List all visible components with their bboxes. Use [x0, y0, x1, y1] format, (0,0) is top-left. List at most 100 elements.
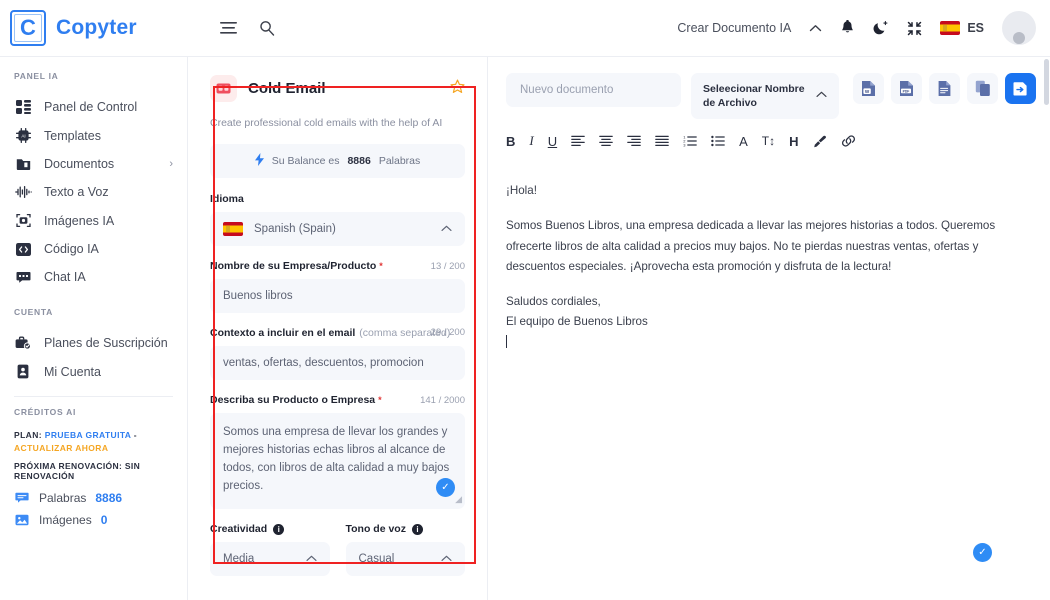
creativity-select[interactable]: Media — [210, 542, 330, 577]
align-left-button[interactable] — [571, 135, 585, 147]
language-selector[interactable]: ES — [940, 21, 984, 35]
sidebar-item-label: Imágenes IA — [44, 213, 115, 228]
creativity-select-value: Media — [223, 553, 255, 566]
bold-button[interactable]: B — [506, 134, 515, 149]
balance-suffix: Palabras — [378, 155, 421, 168]
briefcase-check-icon — [14, 336, 32, 350]
describe-char-count: 141 / 2000 — [420, 395, 465, 407]
save-document-button[interactable] — [1005, 73, 1036, 104]
export-pdf-button[interactable]: PDF — [891, 73, 922, 104]
sidebar-section-panel: PANEL IA — [14, 71, 59, 81]
sidebar-item-mi-cuenta[interactable]: Mi Cuenta — [0, 357, 187, 386]
image-icon — [14, 514, 30, 526]
create-document-label[interactable]: Crear Documento IA — [677, 21, 791, 35]
export-text-button[interactable] — [929, 73, 960, 104]
document-closing: Saludos cordiales, — [506, 295, 601, 309]
chevron-up-icon — [305, 554, 317, 565]
svg-text:AI: AI — [21, 133, 25, 138]
app-root: C Copyter Crear Documento IA ES PANEL IA… — [0, 0, 1050, 600]
brand[interactable]: C Copyter — [10, 10, 190, 46]
export-word-button[interactable]: W — [853, 73, 884, 104]
star-outline-icon[interactable] — [450, 79, 465, 98]
context-input[interactable]: ventas, ofertas, descuentos, promocion — [210, 346, 465, 381]
font-size-button[interactable]: T↕ — [762, 134, 775, 148]
chevron-up-icon[interactable] — [809, 24, 822, 33]
language-select[interactable]: Spanish (Spain) — [210, 212, 465, 247]
plan-line: PLAN: PRUEBA GRATUITA - ACTUALIZAR AHORA — [14, 429, 173, 455]
file-name-select[interactable]: Seleecionar Nombre de Archivo — [691, 73, 839, 119]
info-icon[interactable]: i — [411, 524, 423, 536]
tone-select[interactable]: Casual — [345, 542, 465, 577]
credits-block: PLAN: PRUEBA GRATUITA - ACTUALIZAR AHORA… — [0, 429, 187, 527]
collapse-icon[interactable] — [907, 21, 922, 36]
sidebar-item-label: Chat IA — [44, 270, 86, 284]
formatting-toolbar: B I U 123 A T↕ H — [488, 119, 1050, 159]
balance-prefix: Su Balance es — [271, 155, 340, 168]
company-input-value: Buenos libros — [223, 290, 293, 303]
language-label: ES — [967, 21, 984, 35]
sidebar-item-texto-a-voz[interactable]: Texto a Voz — [0, 178, 187, 206]
logo-icon: C — [10, 10, 46, 46]
scrollbar[interactable] — [1043, 57, 1050, 600]
describe-textarea-value: Somos una empresa de llevar los grandes … — [223, 426, 450, 492]
sidebar-item-imagenes-ia[interactable]: Imágenes IA — [0, 206, 187, 235]
balance-value: 8886 — [347, 155, 371, 168]
template-title: Cold Email — [248, 80, 326, 97]
bullet-list-button[interactable] — [711, 135, 725, 147]
menu-icon[interactable] — [220, 21, 237, 35]
align-justify-button[interactable] — [655, 135, 669, 147]
export-buttons: W PDF — [853, 73, 1036, 104]
underline-button[interactable]: U — [548, 134, 557, 149]
align-right-button[interactable] — [627, 135, 641, 147]
bell-icon[interactable] — [840, 20, 855, 36]
sidebar-item-codigo-ia[interactable]: Código IA — [0, 235, 187, 263]
link-icon[interactable] — [841, 135, 856, 147]
sidebar-item-label: Panel de Control — [44, 100, 138, 114]
creativity-tone-row: Creatividad i Media Tono de voz i Casual — [210, 523, 465, 590]
brush-icon[interactable] — [813, 135, 827, 148]
chevron-right-icon: › — [169, 158, 173, 170]
moon-icon[interactable] — [873, 20, 889, 36]
avatar[interactable] — [1002, 11, 1036, 45]
svg-text:W: W — [865, 89, 870, 94]
tone-column: Tono de voz i Casual — [345, 523, 465, 590]
check-circle-icon: ✓ — [973, 543, 992, 562]
folder-icon — [14, 157, 32, 171]
align-center-button[interactable] — [599, 135, 613, 147]
chat-icon — [14, 271, 32, 284]
renewal-info: PRÓXIMA RENOVACIÓN: SIN RENOVACIÓN — [14, 460, 141, 481]
credit-value: 0 — [100, 512, 108, 527]
document-name-input[interactable]: Nuevo documento — [506, 73, 681, 107]
search-icon[interactable] — [259, 20, 275, 36]
info-icon[interactable]: i — [273, 524, 285, 536]
sidebar-item-label: Texto a Voz — [44, 185, 109, 199]
resize-grip-icon[interactable]: ◢ — [455, 493, 462, 507]
company-input[interactable]: Buenos libros — [210, 279, 465, 314]
plan-upgrade-link[interactable]: ACTUALIZAR AHORA — [14, 443, 108, 453]
scrollbar-thumb[interactable] — [1044, 59, 1049, 105]
required-marker: * — [378, 395, 382, 406]
font-color-button[interactable]: A — [739, 134, 748, 149]
sidebar-item-panel-de-control[interactable]: Panel de Control — [0, 93, 187, 121]
creativity-field-label: Creatividad i — [210, 523, 330, 536]
sidebar-item-templates[interactable]: AI Templates — [0, 121, 187, 150]
ordered-list-button[interactable]: 123 — [683, 135, 697, 147]
chip-ai-icon: AI — [14, 128, 32, 143]
sidebar-item-planes-de-suscripcion[interactable]: Planes de Suscripción — [0, 329, 187, 357]
template-header: Cold Email — [210, 75, 465, 102]
italic-button[interactable]: I — [529, 133, 533, 149]
top-bar-left-icons — [220, 20, 275, 36]
plan-separator: - — [133, 430, 138, 440]
document-content[interactable]: ¡Hola! Somos Buenos Libros, una empresa … — [488, 159, 1050, 600]
describe-textarea[interactable]: Somos una empresa de llevar los grandes … — [210, 413, 465, 510]
context-input-value: ventas, ofertas, descuentos, promocion — [223, 357, 424, 370]
sidebar-item-documentos[interactable]: Documentos › — [0, 150, 187, 178]
heading-button[interactable]: H — [789, 134, 798, 149]
sidebar-item-chat-ia[interactable]: Chat IA — [0, 263, 187, 291]
brand-name: Copyter — [56, 16, 137, 39]
copy-button[interactable] — [967, 73, 998, 104]
sidebar: PANEL IA Panel de Control AI Templates D… — [0, 57, 188, 600]
context-label-text: Contexto a incluir en el email — [210, 327, 356, 340]
language-select-value: Spanish (Spain) — [254, 223, 336, 236]
describe-field-label: Describa su Producto o Empresa * 141 / 2… — [210, 394, 465, 406]
